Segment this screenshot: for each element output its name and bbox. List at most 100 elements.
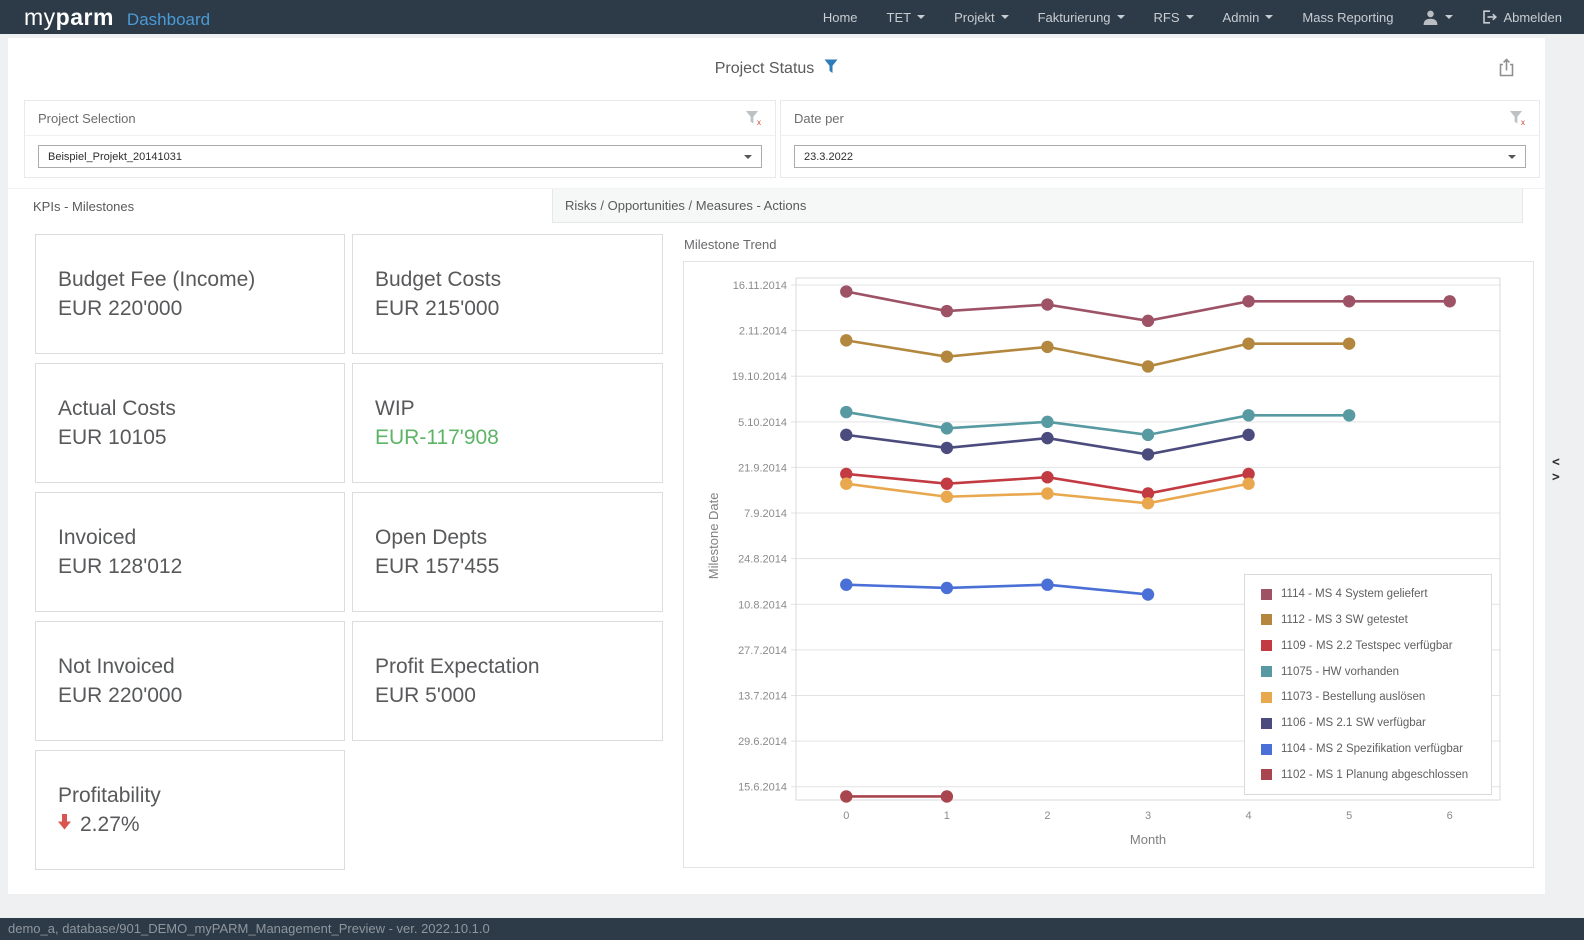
dashboard-main-panel: Project Status Project Selection x Beisp…: [8, 38, 1545, 894]
chevron-down-icon: [1117, 15, 1125, 19]
kpi-label: Budget Costs: [375, 268, 662, 292]
app-title: Dashboard: [127, 10, 210, 30]
clear-filter-icon[interactable]: x: [745, 110, 762, 126]
clear-filter-icon[interactable]: x: [1509, 110, 1526, 126]
kpi-value: EUR 10105: [58, 426, 344, 450]
legend-swatch: [1261, 589, 1272, 600]
date-select[interactable]: 23.3.2022: [794, 145, 1526, 168]
nav-item-rfs[interactable]: RFS: [1154, 10, 1194, 25]
logout-label: Abmelden: [1503, 10, 1562, 25]
expand-right-arrow[interactable]: >: [1552, 470, 1560, 485]
chevron-down-icon: [1445, 15, 1453, 19]
legend-item-1104[interactable]: 1104 - MS 2 Spezifikation verfügbar: [1261, 743, 1483, 755]
person-icon: [1422, 10, 1439, 25]
svg-text:1: 1: [944, 810, 950, 822]
svg-text:24.8.2014: 24.8.2014: [738, 554, 787, 566]
kpi-label: WIP: [375, 397, 662, 421]
nav-label: Admin: [1223, 10, 1260, 25]
collapse-left-arrow[interactable]: <: [1552, 455, 1560, 470]
legend-swatch: [1261, 692, 1272, 703]
nav-item-home[interactable]: Home: [823, 10, 858, 25]
kpi-label: Invoiced: [58, 526, 344, 550]
kpi-card-budget-costs: Budget Costs EUR 215'000: [352, 234, 663, 354]
legend-swatch: [1261, 640, 1272, 651]
legend-label: 1102 - MS 1 Planung abgeschlossen: [1281, 769, 1468, 781]
tab-bar: KPIs - Milestones Risks / Opportunities …: [8, 188, 1545, 223]
nav-item-fakturierung[interactable]: Fakturierung: [1038, 10, 1125, 25]
legend-item-1102[interactable]: 1102 - MS 1 Planung abgeschlossen: [1261, 769, 1483, 781]
export-icon: [1496, 66, 1517, 81]
kpi-value: EUR 220'000: [58, 684, 344, 708]
nav-item-projekt[interactable]: Projekt: [954, 10, 1008, 25]
kpi-card-profitability: Profitability 2.27%: [35, 750, 345, 870]
filter-funnel-icon[interactable]: [824, 59, 838, 79]
nav-item-tet[interactable]: TET: [887, 10, 926, 25]
date-per-label: Date per: [794, 111, 844, 126]
kpi-label: Actual Costs: [58, 397, 344, 421]
legend-item-1106[interactable]: 1106 - MS 2.1 SW verfügbar: [1261, 717, 1483, 729]
logo-text-bold: parm: [56, 4, 114, 30]
legend-item-1114[interactable]: 1114 - MS 4 System geliefert: [1261, 588, 1483, 600]
kpi-label: Budget Fee (Income): [58, 268, 344, 292]
chart-title: Milestone Trend: [684, 237, 1536, 252]
logout-button[interactable]: Abmelden: [1482, 10, 1562, 25]
kpi-card-open-depts: Open Depts EUR 157'455: [352, 492, 663, 612]
legend-swatch: [1261, 744, 1272, 755]
tab-risks-opportunities[interactable]: Risks / Opportunities / Measures - Actio…: [552, 189, 1523, 223]
legend-label: 11073 - Bestellung auslösen: [1281, 691, 1425, 703]
date-per-panel: Date per x 23.3.2022: [780, 100, 1540, 178]
svg-text:19.10.2014: 19.10.2014: [732, 371, 787, 383]
kpi-card-wip: WIP EUR-117'908: [352, 363, 663, 483]
page-title: Project Status: [715, 60, 815, 78]
main-nav: Home TET Projekt Fakturierung RFS Admin …: [823, 10, 1562, 25]
svg-text:Month: Month: [1130, 832, 1166, 847]
legend-label: 1109 - MS 2.2 Testspec verfügbar: [1281, 640, 1453, 652]
svg-text:13.7.2014: 13.7.2014: [738, 690, 787, 702]
legend-item-11075[interactable]: 11075 - HW vorhanden: [1261, 666, 1483, 678]
chevron-down-icon: [1186, 15, 1194, 19]
kpi-card-invoiced: Invoiced EUR 128'012: [35, 492, 345, 612]
top-navbar: myparm Dashboard Home TET Projekt Faktur…: [0, 0, 1584, 34]
trend-down-arrow-icon: [58, 814, 71, 835]
dashboard-body: Budget Fee (Income) EUR 220'000 Budget C…: [8, 223, 1545, 870]
side-panel-arrows: < >: [1552, 455, 1560, 485]
logout-icon: [1482, 10, 1498, 24]
kpi-card-actual-costs: Actual Costs EUR 10105: [35, 363, 345, 483]
kpi-value: EUR 215'000: [375, 297, 662, 321]
kpi-label: Profit Expectation: [375, 655, 662, 679]
svg-text:x: x: [757, 118, 761, 126]
legend-label: 1112 - MS 3 SW getestet: [1281, 614, 1408, 626]
legend-item-11073[interactable]: 11073 - Bestellung auslösen: [1261, 691, 1483, 703]
legend-item-1112[interactable]: 1112 - MS 3 SW getestet: [1261, 614, 1483, 626]
svg-text:4: 4: [1246, 810, 1252, 822]
chevron-down-icon: [917, 15, 925, 19]
kpi-card-profit-expectation: Profit Expectation EUR 5'000: [352, 621, 663, 741]
svg-text:21.9.2014: 21.9.2014: [738, 462, 787, 474]
nav-item-admin[interactable]: Admin: [1223, 10, 1274, 25]
chevron-down-icon: [744, 155, 752, 159]
nav-item-mass-reporting[interactable]: Mass Reporting: [1302, 10, 1393, 25]
legend-item-1109[interactable]: 1109 - MS 2.2 Testspec verfügbar: [1261, 640, 1483, 652]
svg-text:6: 6: [1447, 810, 1453, 822]
nav-label: RFS: [1154, 10, 1180, 25]
kpi-label: Profitability: [58, 784, 344, 808]
user-menu[interactable]: [1422, 10, 1453, 25]
svg-text:3: 3: [1145, 810, 1151, 822]
milestone-trend-panel: Milestone Trend 16.11.20142.11.201419.10…: [683, 234, 1536, 870]
myparm-logo[interactable]: myparm: [24, 0, 114, 34]
svg-text:x: x: [1521, 118, 1525, 126]
chevron-down-icon: [1001, 15, 1009, 19]
project-select-value: Beispiel_Projekt_20141031: [48, 151, 182, 163]
svg-text:27.7.2014: 27.7.2014: [738, 645, 787, 657]
tab-kpis-milestones[interactable]: KPIs - Milestones: [8, 189, 552, 223]
brand: myparm Dashboard: [24, 0, 210, 34]
kpi-card-budget-fee: Budget Fee (Income) EUR 220'000: [35, 234, 345, 354]
project-selection-label: Project Selection: [38, 111, 136, 126]
svg-text:5: 5: [1346, 810, 1352, 822]
export-button[interactable]: [1496, 57, 1517, 81]
kpi-value: 2.27%: [80, 813, 140, 837]
status-bar: demo_a, database/901_DEMO_myPARM_Managem…: [0, 918, 1584, 940]
svg-text:10.8.2014: 10.8.2014: [738, 599, 787, 611]
project-select[interactable]: Beispiel_Projekt_20141031: [38, 145, 762, 168]
svg-text:16.11.2014: 16.11.2014: [733, 280, 787, 292]
